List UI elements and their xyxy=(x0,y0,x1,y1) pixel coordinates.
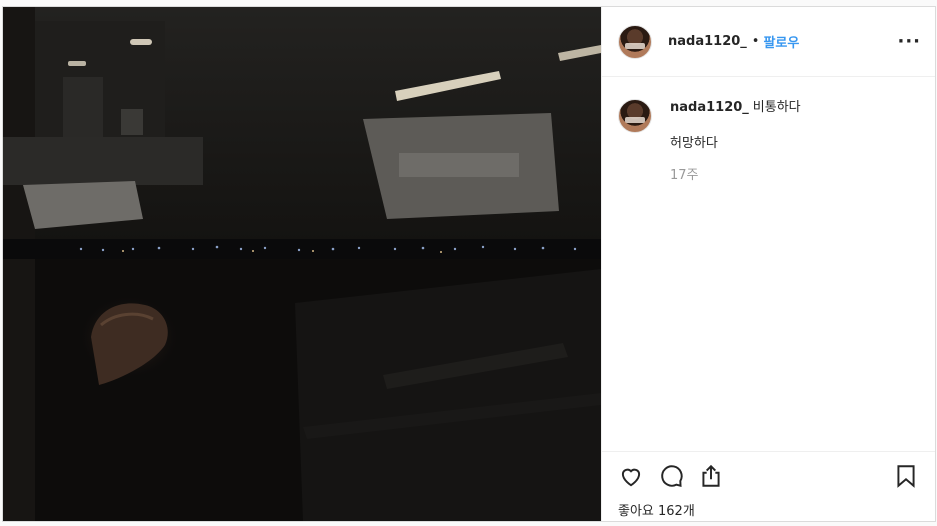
action-bar xyxy=(618,460,919,492)
caption: nada1120_ 비통하다 허망하다 17주 xyxy=(618,99,919,185)
caption-body: nada1120_ 비통하다 허망하다 17주 xyxy=(670,99,801,185)
share-icon[interactable] xyxy=(698,463,724,489)
comment-icon[interactable] xyxy=(658,463,684,489)
caption-second-line: 허망하다 xyxy=(670,136,718,151)
actions-area: 좋아요 162개 xyxy=(602,451,935,521)
follow-button[interactable]: 팔로우 xyxy=(763,32,799,51)
post-side-panel: nada1120_ • 팔로우 ··· nada1120_ 비통하다 허망하다 1… xyxy=(601,7,935,521)
caption-avatar[interactable] xyxy=(618,99,652,133)
bookmark-icon[interactable] xyxy=(893,463,919,489)
more-options-icon[interactable]: ··· xyxy=(897,32,921,51)
comments-section: nada1120_ 비통하다 허망하다 17주 xyxy=(602,77,935,451)
author-avatar[interactable] xyxy=(618,24,652,59)
caption-timestamp[interactable]: 17주 xyxy=(670,167,801,185)
header-separator: • xyxy=(751,34,760,49)
likes-count[interactable]: 좋아요 162개 xyxy=(618,500,919,519)
caption-first-line: nada1120_ 비통하다 xyxy=(670,99,801,117)
post-header: nada1120_ • 팔로우 ··· xyxy=(602,7,935,77)
heart-icon[interactable] xyxy=(618,463,644,489)
author-username[interactable]: nada1120_ xyxy=(668,34,747,49)
post-container: nada1120_ • 팔로우 ··· nada1120_ 비통하다 허망하다 1… xyxy=(2,6,936,522)
caption-text: 비통하다 xyxy=(752,100,801,115)
night-train-window-photo xyxy=(3,7,601,521)
caption-username[interactable]: nada1120_ xyxy=(670,100,749,115)
post-photo[interactable] xyxy=(3,7,601,521)
